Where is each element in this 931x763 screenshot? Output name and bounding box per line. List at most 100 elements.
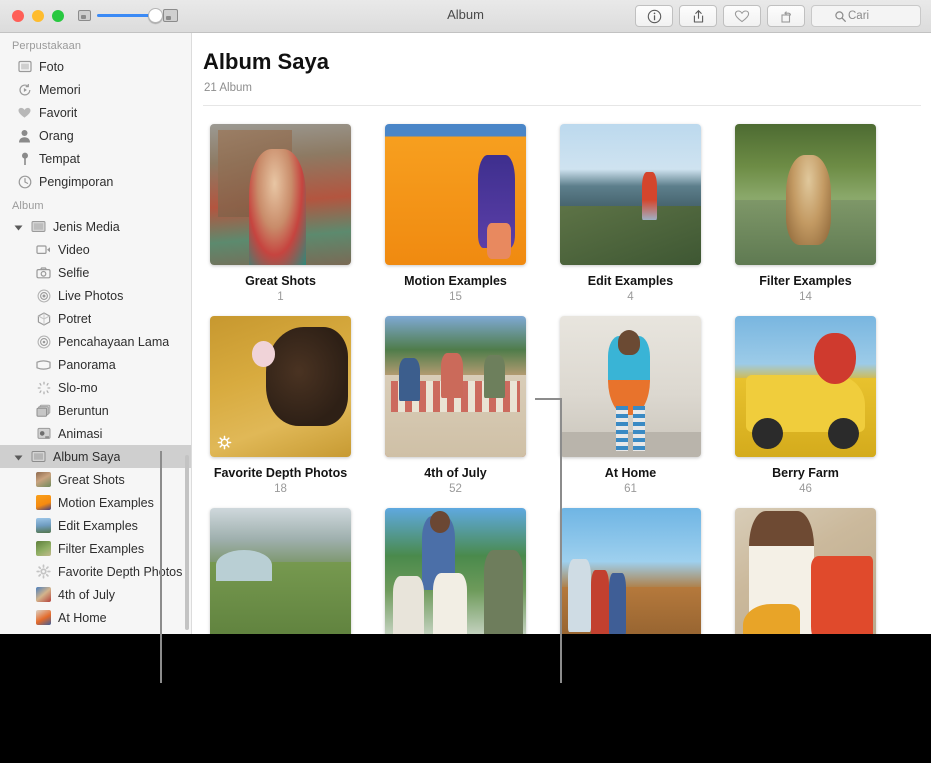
sidebar-item-potret[interactable]: Potret (0, 307, 191, 330)
search-field[interactable]: Cari (811, 5, 921, 27)
sidebar-item-selfie[interactable]: Selfie (0, 261, 191, 284)
sidebar-item-beruntun[interactable]: Beruntun (0, 399, 191, 422)
album-thumbnail[interactable] (210, 508, 351, 634)
sidebar[interactable]: Perpustakaan Foto Memori Favorit Orang (0, 33, 192, 634)
album-cell[interactable] (368, 508, 543, 634)
rotate-icon (779, 9, 794, 24)
album-count: 4 (627, 291, 633, 303)
photos-icon (17, 59, 32, 74)
album-cell[interactable] (718, 508, 893, 634)
album-name: Edit Examples (588, 274, 673, 288)
album-thumbnail[interactable] (735, 124, 876, 265)
sidebar-item-label: Beruntun (58, 404, 109, 418)
sidebar-item-favorite-depth-photos[interactable]: Favorite Depth Photos (0, 560, 191, 583)
sidebar-item-label: At Home (58, 611, 107, 625)
album-cell[interactable]: Filter Examples 14 (718, 124, 893, 303)
album-thumbnail[interactable] (560, 316, 701, 457)
album-thumbnail[interactable] (560, 124, 701, 265)
callout-line-grid (560, 398, 562, 683)
callout-leader-grid (535, 398, 562, 400)
sidebar-item-great-shots[interactable]: Great Shots (0, 468, 191, 491)
album-cell[interactable]: Edit Examples 4 (543, 124, 718, 303)
album-cell[interactable]: Favorite Depth Photos 18 (193, 316, 368, 495)
album-thumbnail-icon (36, 495, 51, 510)
sidebar-item-motion-examples[interactable]: Motion Examples (0, 491, 191, 514)
album-cell[interactable]: 4th of July 52 (368, 316, 543, 495)
info-icon (647, 9, 662, 24)
album-cell[interactable] (543, 508, 718, 634)
chevron-down-icon[interactable] (17, 452, 26, 461)
sidebar-scrollbar[interactable] (185, 455, 189, 630)
album-thumbnail[interactable] (210, 316, 351, 457)
memories-icon (17, 82, 32, 97)
sidebar-item-filter-examples[interactable]: Filter Examples (0, 537, 191, 560)
sidebar-item-slo-mo[interactable]: Slo-mo (0, 376, 191, 399)
album-name: Filter Examples (759, 274, 851, 288)
sidebar-item-label: Animasi (58, 427, 102, 441)
live-photos-icon (36, 288, 51, 303)
favorite-button[interactable] (723, 5, 761, 27)
sidebar-item-jenis-media[interactable]: Jenis Media (0, 215, 191, 238)
album-thumbnail[interactable] (735, 316, 876, 457)
album-thumbnail[interactable] (735, 508, 876, 634)
sidebar-section-title-album: Album (0, 193, 191, 215)
search-icon (834, 10, 847, 28)
sidebar-item-label: Slo-mo (58, 381, 98, 395)
sidebar-item-label: Edit Examples (58, 519, 138, 533)
album-thumbnail[interactable] (385, 316, 526, 457)
sidebar-item-album-saya[interactable]: Album Saya (0, 445, 191, 468)
window-titlebar: Album (0, 0, 931, 33)
album-cell[interactable]: Motion Examples 15 (368, 124, 543, 303)
rotate-button[interactable] (767, 5, 805, 27)
album-thumbnail[interactable] (560, 508, 701, 634)
album-cell[interactable] (193, 508, 368, 634)
sidebar-item-animasi[interactable]: Animasi (0, 422, 191, 445)
sidebar-item-label: Live Photos (58, 289, 123, 303)
album-cell[interactable]: At Home 61 (543, 316, 718, 495)
heart-icon (17, 105, 32, 120)
album-thumbnail[interactable] (385, 124, 526, 265)
sidebar-item-video[interactable]: Video (0, 238, 191, 261)
sidebar-item-4th-of-july[interactable]: 4th of July (0, 583, 191, 606)
sidebar-item-pencahayaan-lama[interactable]: Pencahayaan Lama (0, 330, 191, 353)
sidebar-item-label: Jenis Media (53, 220, 120, 234)
toolbar-buttons: Cari (635, 5, 921, 27)
album-grid: Great Shots 1 Motion Examples 15 Edit Ex… (193, 106, 931, 634)
album-thumbnail[interactable] (385, 508, 526, 634)
info-button[interactable] (635, 5, 673, 27)
sidebar-item-label: Motion Examples (58, 496, 154, 510)
album-thumbnail-icon (36, 472, 51, 487)
folder-icon (31, 219, 46, 234)
sidebar-item-pengimporan[interactable]: Pengimporan (0, 170, 191, 193)
sidebar-item-at-home[interactable]: At Home (0, 606, 191, 629)
album-thumbnail-icon (36, 587, 51, 602)
long-exposure-icon (36, 334, 51, 349)
album-cell[interactable]: Berry Farm 46 (718, 316, 893, 495)
sidebar-item-tempat[interactable]: Tempat (0, 147, 191, 170)
sidebar-item-label: Orang (39, 129, 74, 143)
sidebar-item-orang[interactable]: Orang (0, 124, 191, 147)
sidebar-item-foto[interactable]: Foto (0, 55, 191, 78)
sidebar-item-label: Favorit (39, 106, 77, 120)
sidebar-item-edit-examples[interactable]: Edit Examples (0, 514, 191, 537)
share-button[interactable] (679, 5, 717, 27)
chevron-down-icon[interactable] (17, 222, 26, 231)
callout-line-sidebar (160, 451, 162, 683)
album-cell[interactable]: Great Shots 1 (193, 124, 368, 303)
sidebar-item-label: Favorite Depth Photos (58, 565, 182, 579)
sidebar-item-live-photos[interactable]: Live Photos (0, 284, 191, 307)
folder-icon (31, 449, 46, 464)
sidebar-section-title-library: Perpustakaan (0, 33, 191, 55)
sidebar-item-label: Filter Examples (58, 542, 144, 556)
slomo-icon (36, 380, 51, 395)
sidebar-item-memori[interactable]: Memori (0, 78, 191, 101)
sidebar-item-label: Tempat (39, 152, 80, 166)
album-thumbnail[interactable] (210, 124, 351, 265)
sidebar-item-label: Selfie (58, 266, 89, 280)
sidebar-item-favorit[interactable]: Favorit (0, 101, 191, 124)
sidebar-item-label: Potret (58, 312, 91, 326)
gear-icon (36, 564, 51, 579)
sidebar-item-panorama[interactable]: Panorama (0, 353, 191, 376)
album-thumbnail-icon (36, 610, 51, 625)
sidebar-item-label: Memori (39, 83, 81, 97)
